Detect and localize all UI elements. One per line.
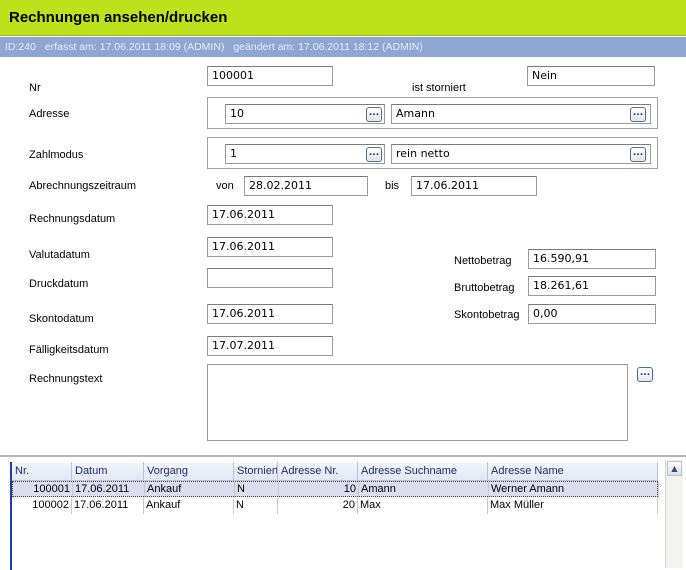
cell-nr: 100001 (13, 482, 73, 498)
cell-adresse-name: Werner Amann (489, 482, 659, 498)
cell-storniert: N (235, 482, 279, 498)
col-header-nr[interactable]: Nr. (12, 462, 72, 480)
nr-label: Nr (29, 82, 41, 94)
zahlmodus-label: Zahlmodus (29, 149, 84, 161)
cell-nr: 100002 (12, 498, 72, 514)
cell-adresse-name: Max Müller (488, 498, 658, 514)
faelligkeit-field[interactable]: 17.07.2011 (207, 336, 333, 356)
valutadatum-label: Valutadatum (29, 249, 90, 261)
col-header-vorgang[interactable]: Vorgang (144, 462, 234, 480)
grid-vertical-scrollbar[interactable]: ▲ (665, 460, 683, 568)
druckdatum-label: Druckdatum (29, 278, 89, 290)
bis-label: bis (385, 180, 400, 192)
table-row[interactable]: 100001 17.06.2011 Ankauf N 10 Amann Wern… (12, 481, 659, 498)
zeitraum-label: Abrechnungszeitraum (29, 180, 137, 192)
zahlmodus-nr-lookup-button[interactable]: ... (366, 147, 382, 162)
skonto-label: Skontobetrag (454, 309, 520, 321)
col-header-storniert[interactable]: Storniert (234, 462, 278, 480)
col-header-adresse-nr[interactable]: Adresse Nr. (278, 462, 358, 480)
faelligkeit-label: Fälligkeitsdatum (29, 344, 109, 356)
cell-vorgang: Ankauf (144, 498, 234, 514)
zahlmodus-nr-field[interactable]: 1 (225, 144, 385, 164)
rechnungstext-textarea[interactable] (207, 364, 628, 441)
von-field[interactable]: 28.02.2011 (244, 176, 368, 196)
adresse-nr-lookup-button[interactable]: ... (366, 107, 382, 122)
cell-datum: 17.06.2011 (73, 482, 145, 498)
skontodatum-field[interactable]: 17.06.2011 (207, 304, 333, 324)
rechnungsdatum-field[interactable]: 17.06.2011 (207, 205, 333, 225)
col-header-datum[interactable]: Datum (72, 462, 144, 480)
storniert-label: ist storniert (412, 82, 466, 94)
valutadatum-field[interactable]: 17.06.2011 (207, 237, 333, 257)
record-created: erfasst am: 17.06.2011 18:09 (ADMIN) (44, 41, 225, 53)
zahlmodus-name-lookup-button[interactable]: ... (630, 147, 646, 162)
skontodatum-label: Skontodatum (29, 313, 94, 325)
rechnungsdatum-label: Rechnungsdatum (29, 213, 116, 225)
zahlmodus-name-field[interactable]: rein netto (391, 144, 651, 164)
brutto-label: Bruttobetrag (454, 282, 515, 294)
adresse-nr-field[interactable]: 10 (225, 104, 385, 124)
bis-field[interactable]: 17.06.2011 (411, 176, 537, 196)
grid-header: Nr. Datum Vorgang Storniert Adresse Nr. … (12, 462, 658, 481)
adresse-label: Adresse (29, 108, 70, 120)
cell-datum: 17.06.2011 (72, 498, 144, 514)
netto-field[interactable]: 16.590,91 (528, 249, 656, 269)
table-row[interactable]: 100002 17.06.2011 Ankauf N 20 Max Max Mü… (12, 498, 658, 514)
von-label: von (216, 180, 234, 192)
invoice-grid: Nr. Datum Vorgang Storniert Adresse Nr. … (0, 455, 686, 570)
rechnungstext-edit-button[interactable]: ... (637, 367, 653, 382)
adresse-name-field[interactable]: Amann (391, 104, 651, 124)
cell-vorgang: Ankauf (145, 482, 235, 498)
cell-adresse-suchname: Amann (359, 482, 489, 498)
record-id: ID:240 (5, 41, 36, 53)
rechnungstext-label: Rechnungstext (29, 373, 103, 385)
brutto-field[interactable]: 18.261,61 (528, 276, 656, 296)
scroll-up-arrow-icon[interactable]: ▲ (667, 461, 682, 476)
record-info-bar: ID:240 erfasst am: 17.06.2011 18:09 (ADM… (0, 37, 686, 57)
cell-adresse-nr: 10 (279, 482, 359, 498)
druckdatum-field[interactable] (207, 268, 333, 288)
cell-storniert: N (234, 498, 278, 514)
col-header-adresse-suchname[interactable]: Adresse Suchname (358, 462, 488, 480)
window-title: Rechnungen ansehen/drucken (9, 9, 228, 26)
adresse-name-lookup-button[interactable]: ... (630, 107, 646, 122)
storniert-field[interactable]: Nein (527, 66, 655, 86)
netto-label: Nettobetrag (454, 255, 512, 267)
record-changed: geändert am: 17.06.2011 18:12 (ADMIN) (233, 41, 423, 53)
cell-adresse-nr: 20 (278, 498, 358, 514)
col-header-adresse-name[interactable]: Adresse Name (488, 462, 658, 480)
nr-field[interactable]: 100001 (207, 66, 333, 86)
cell-adresse-suchname: Max (358, 498, 488, 514)
skonto-field[interactable]: 0,00 (528, 304, 656, 324)
window-title-bar: Rechnungen ansehen/drucken (0, 0, 686, 36)
